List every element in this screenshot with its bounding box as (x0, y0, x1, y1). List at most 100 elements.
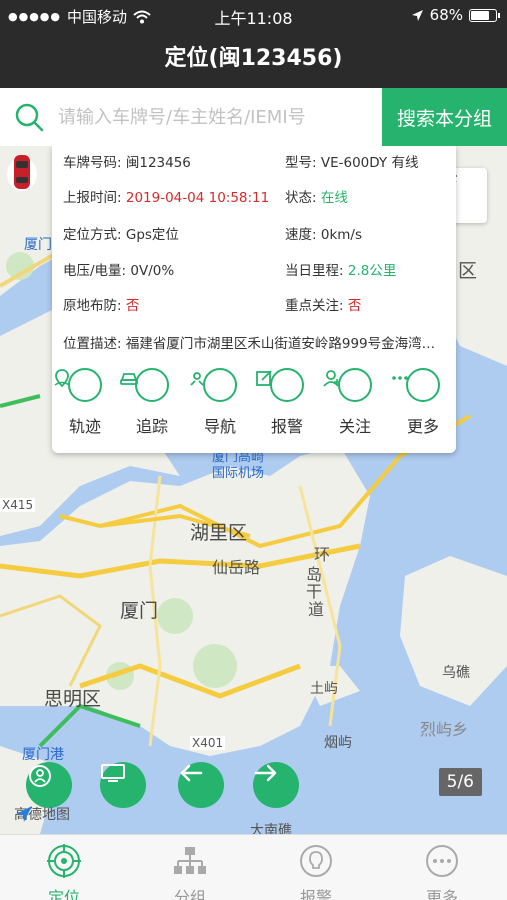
map-label-airport: 厦门高崎国际机场 (212, 450, 265, 481)
speed-row: 速度: 0km/s (285, 223, 362, 243)
tab-locate-label: 定位 (47, 888, 80, 900)
follow-label: 关注 (338, 417, 371, 436)
locmode-value: Gps定位 (125, 227, 179, 243)
address-label: 位置描述: (63, 336, 122, 352)
defense-value: 否 (125, 298, 140, 314)
model-label: 型号: (285, 155, 317, 171)
arrow-right-icon (254, 764, 277, 782)
more-icon (392, 376, 408, 380)
locmode-row: 定位方式: Gps定位 (63, 223, 179, 243)
plate-label: 车牌号码: (63, 155, 122, 171)
vehicle-pager: 5/6 (438, 768, 482, 796)
previous-vehicle-button[interactable] (178, 762, 224, 808)
voltage-row: 电压/电量: 0V/0% (63, 259, 174, 279)
model-row: 型号: VE-600DY 有线 (285, 151, 418, 171)
vehicle-info-card: 车牌号码: 闽123456 型号: VE-600DY 有线 上报时间: 2019… (52, 146, 456, 453)
group-locate-icon (29, 765, 51, 787)
plate-row: 车牌号码: 闽123456 (63, 151, 191, 171)
map-view[interactable]: 厦门 区 X415 厦门高崎国际机场 湖里区 仙岳路 环 岛 干 道 厦门 思明… (0, 146, 507, 834)
page-title: 定位(闽123456) (164, 46, 343, 71)
locate-target-icon (47, 844, 81, 878)
tab-more-label: 更多 (425, 888, 458, 900)
speed-value: 0km/s (320, 227, 362, 243)
defense-label: 原地布防: (63, 298, 122, 314)
state-value: 在线 (320, 190, 348, 206)
map-label-huandao-4: 道 (308, 600, 325, 619)
top-bar: ●●●●● 中国移动 上午11:08 68% 定位(闽123456) (0, 0, 507, 88)
battery-icon (469, 8, 500, 22)
tab-alarm-label: 报警 (299, 888, 332, 900)
map-label-tuyu: 土屿 (310, 681, 338, 697)
more-actions-label: 更多 (406, 417, 439, 436)
search-bar: 搜索本分组 (0, 88, 507, 146)
defense-row: 原地布防: 否 (63, 294, 139, 314)
tab-bar: 定位 分组 报警 更多 (0, 834, 507, 900)
report-time-row: 上报时间: 2019-04-04 10:58:11 (63, 186, 269, 206)
alarm-bulb-icon (300, 845, 332, 877)
track-icon (54, 369, 70, 388)
follow-button[interactable]: 关注 (322, 368, 388, 437)
more-circle-icon (426, 845, 458, 877)
map-label-danan: 大南礁 (250, 823, 292, 834)
next-vehicle-button[interactable] (253, 762, 299, 808)
model-value: VE-600DY 有线 (320, 155, 419, 171)
navigate-icon (190, 372, 204, 386)
map-label-x401: X401 (190, 736, 226, 750)
report-time-label: 上报时间: (63, 190, 122, 206)
vehicle-marker-icon[interactable] (0, 146, 44, 194)
map-label-yanyu: 烟屿 (324, 735, 352, 751)
track-label: 轨迹 (68, 417, 101, 436)
address-row: 位置描述: 福建省厦门市湖里区禾山街道安岭路999号金海湾… (63, 332, 448, 352)
focus-value: 否 (347, 298, 362, 314)
search-group-button[interactable]: 搜索本分组 (382, 88, 507, 146)
mileage-value: 2.8公里 (347, 263, 397, 279)
follow-user-icon (323, 370, 340, 387)
map-label-wujiao: 乌礁 (442, 665, 470, 681)
search-icon[interactable] (14, 102, 44, 132)
map-label-xiamen-port: 厦门港 (22, 747, 64, 763)
plate-value: 闽123456 (125, 155, 191, 171)
focus-label: 重点关注: (285, 298, 344, 314)
tab-group[interactable]: 分组 (150, 843, 230, 900)
address-value: 福建省厦门市湖里区禾山街道安岭路999号金海湾… (125, 336, 436, 352)
action-bar: 轨迹 追踪 导航 报警 关注 更多 (52, 368, 456, 443)
org-chart-icon (174, 847, 206, 874)
map-label-xianyue: 仙岳路 (212, 558, 261, 577)
monitor-icon (101, 764, 125, 782)
state-row: 状态: 在线 (285, 186, 348, 206)
car-track-icon (120, 373, 138, 385)
locmode-label: 定位方式: (63, 227, 122, 243)
follow-track-label: 追踪 (135, 417, 168, 436)
alarm-edit-icon (256, 370, 272, 386)
amap-logo-icon (16, 806, 32, 822)
tab-alarm[interactable]: 报警 (276, 843, 356, 900)
group-locate-button[interactable] (26, 762, 72, 808)
map-label-x415: X415 (0, 498, 36, 512)
report-time-value: 2019-04-04 10:58:11 (125, 190, 270, 206)
map-label-xiamen-top: 厦门 (24, 237, 52, 253)
mileage-label: 当日里程: (285, 263, 344, 279)
tab-locate[interactable]: 定位 (24, 843, 104, 900)
voltage-value: 0V/0% (130, 263, 175, 279)
track-button[interactable]: 轨迹 (52, 368, 118, 437)
search-input[interactable] (58, 98, 378, 136)
speed-label: 速度: (285, 227, 317, 243)
map-label-lieyu: 烈屿乡 (420, 720, 469, 739)
alarm-label: 报警 (270, 417, 303, 436)
navigate-button[interactable]: 导航 (187, 368, 253, 437)
screen-view-button[interactable] (100, 762, 146, 808)
arrow-left-icon (180, 764, 203, 782)
location-arrow-icon (411, 9, 423, 21)
state-label: 状态: (285, 190, 317, 206)
voltage-label: 电压/电量: (63, 263, 127, 279)
alarm-button[interactable]: 报警 (254, 368, 320, 437)
map-label-xiamen: 厦门 (120, 600, 159, 622)
follow-track-button[interactable]: 追踪 (119, 368, 185, 437)
focus-row: 重点关注: 否 (285, 294, 361, 314)
status-bar: ●●●●● 中国移动 上午11:08 68% (0, 0, 507, 30)
map-label-district-right: 区 (458, 260, 478, 282)
more-actions-button[interactable]: 更多 (390, 368, 456, 437)
tab-more[interactable]: 更多 (402, 843, 482, 900)
battery-percent: 68% (429, 6, 463, 24)
map-label-huli: 湖里区 (190, 522, 248, 544)
